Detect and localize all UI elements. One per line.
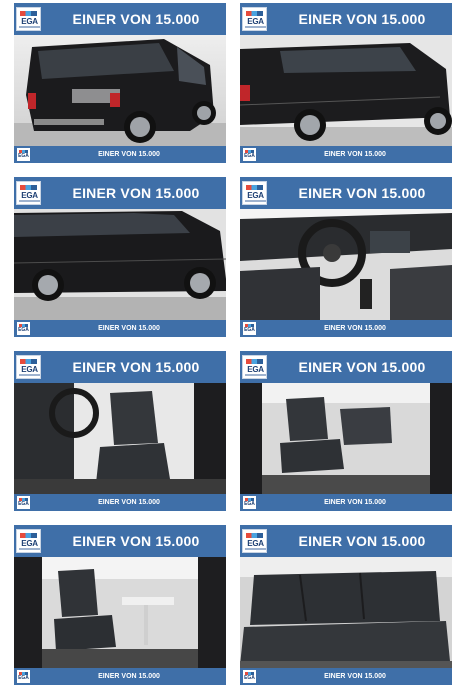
vehicle-photo[interactable] <box>14 209 226 320</box>
gallery-card[interactable]: EGA EINER VON 15.000 EGA EINER VON 15.00 <box>14 3 226 163</box>
vehicle-photo[interactable] <box>14 35 226 146</box>
ega-logo-small: EGA <box>243 148 256 161</box>
card-footer: EGA EINER VON 15.000 <box>14 494 226 511</box>
card-footer: EGA EINER VON 15.000 <box>14 146 226 163</box>
card-footer-text: EINER VON 15.000 <box>324 151 386 158</box>
ega-logo-small: EGA <box>17 496 30 509</box>
gallery-card[interactable]: EGA EINER VON 15.000 EGA EINER VON 15.00… <box>240 177 452 337</box>
card-header: EGA EINER VON 15.000 <box>14 3 226 35</box>
card-headline: EINER VON 15.000 <box>298 11 426 27</box>
card-footer-text: EINER VON 15.000 <box>324 673 386 680</box>
ega-logo-small: EGA <box>17 322 30 335</box>
card-headline: EINER VON 15.000 <box>72 533 200 549</box>
card-footer-text: EINER VON 15.000 <box>324 499 386 506</box>
card-footer: EGA EINER VON 15.000 <box>14 320 226 337</box>
ega-logo: EGA <box>16 529 41 553</box>
vehicle-photo[interactable] <box>240 557 452 668</box>
ega-logo-small: EGA <box>17 670 30 683</box>
card-headline: EINER VON 15.000 <box>72 185 200 201</box>
card-header: EGA EINER VON 15.000 <box>240 177 452 209</box>
vehicle-photo[interactable] <box>14 383 226 494</box>
ega-logo-small: EGA <box>243 670 256 683</box>
gallery-card[interactable]: EGA EINER VON 15.000 EGA EINER VON 15.00… <box>240 351 452 511</box>
card-footer: EGA EINER VON 15.000 <box>240 494 452 511</box>
card-footer-text: EINER VON 15.000 <box>98 673 160 680</box>
card-headline: EINER VON 15.000 <box>298 533 426 549</box>
card-footer-text: EINER VON 15.000 <box>98 325 160 332</box>
card-header: EGA EINER VON 15.000 <box>14 351 226 383</box>
ega-logo: EGA <box>242 529 267 553</box>
ega-logo: EGA <box>242 181 267 205</box>
card-header: EGA EINER VON 15.000 <box>14 177 226 209</box>
gallery-card[interactable]: EGA EINER VON 15.000 EGA EINER VON 15.00… <box>14 525 226 685</box>
card-header: EGA EINER VON 15.000 <box>240 3 452 35</box>
listing-gallery: EGA EINER VON 15.000 EGA EINER VON 15.00 <box>0 0 453 685</box>
ega-logo: EGA <box>242 355 267 379</box>
card-header: EGA EINER VON 15.000 <box>240 525 452 557</box>
card-footer: EGA EINER VON 15.000 <box>240 146 452 163</box>
vehicle-photo[interactable] <box>240 209 452 320</box>
ega-logo: EGA <box>16 7 41 31</box>
card-headline: EINER VON 15.000 <box>298 185 426 201</box>
ega-logo: EGA <box>16 181 41 205</box>
vehicle-photo[interactable] <box>14 557 226 668</box>
card-header: EGA EINER VON 15.000 <box>240 351 452 383</box>
card-headline: EINER VON 15.000 <box>298 359 426 375</box>
ega-logo: EGA <box>242 7 267 31</box>
card-footer: EGA EINER VON 15.000 <box>240 320 452 337</box>
card-footer-text: EINER VON 15.000 <box>98 499 160 506</box>
ega-logo-small: EGA <box>243 496 256 509</box>
gallery-card[interactable]: EGA EINER VON 15.000 EGA EINER VON 15.00… <box>14 177 226 337</box>
gallery-card[interactable]: EGA EINER VON 15.000 EGA EINER VON 15.00… <box>240 3 452 163</box>
card-footer-text: EINER VON 15.000 <box>98 151 160 158</box>
gallery-card[interactable]: EGA EINER VON 15.000 EGA EINER VON 15.00… <box>14 351 226 511</box>
ega-logo-small: EGA <box>243 322 256 335</box>
card-headline: EINER VON 15.000 <box>72 11 200 27</box>
card-footer-text: EINER VON 15.000 <box>324 325 386 332</box>
vehicle-photo[interactable] <box>240 383 452 494</box>
ega-logo: EGA <box>16 355 41 379</box>
card-footer: EGA EINER VON 15.000 <box>14 668 226 685</box>
gallery-card[interactable]: EGA EINER VON 15.000 EGA EINER VON 15.00… <box>240 525 452 685</box>
card-footer: EGA EINER VON 15.000 <box>240 668 452 685</box>
vehicle-photo[interactable] <box>240 35 452 146</box>
ega-logo-small: EGA <box>17 148 30 161</box>
card-headline: EINER VON 15.000 <box>72 359 200 375</box>
card-header: EGA EINER VON 15.000 <box>14 525 226 557</box>
